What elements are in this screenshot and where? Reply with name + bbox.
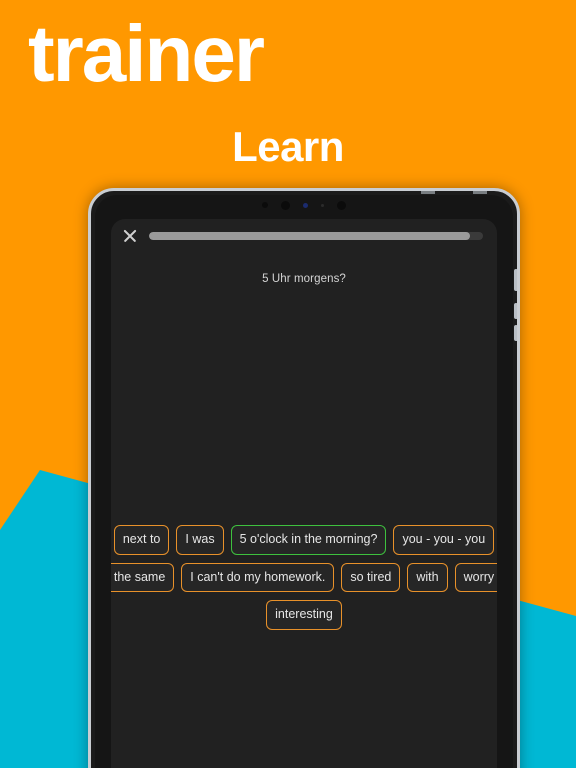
answer-chip[interactable]: interesting (266, 600, 342, 630)
sensor-dot-blue-icon (303, 202, 308, 208)
lesson-progress-fill (149, 232, 470, 240)
answer-chip-row: interesting (119, 600, 489, 630)
volume-up-button[interactable] (514, 303, 517, 319)
antenna-band-left (421, 191, 435, 194)
antenna-band-right (473, 191, 487, 194)
answer-chip[interactable]: so tired (341, 562, 401, 592)
close-icon[interactable] (121, 227, 139, 245)
answer-chip[interactable]: you - you - you (393, 525, 495, 555)
answer-chip[interactable]: next to (113, 525, 170, 555)
page-title: trainer (28, 9, 265, 98)
camera-dot-large-icon (281, 200, 290, 210)
answer-chip[interactable]: the same (111, 562, 175, 592)
answer-chip[interactable]: worry (454, 562, 497, 592)
page-subtitle: Learn (232, 123, 344, 170)
question-text: 5 Uhr morgens? (262, 273, 346, 285)
answer-chip-board: next to I was 5 o'clock in the morning? you… (111, 525, 497, 638)
answer-chip-row: next to I was 5 o'clock in the morning? you… (113, 525, 495, 555)
camera-sensor-cluster (91, 199, 517, 211)
tablet-device: 5 Uhr morgens? next to I was 5 o'clock in … (88, 188, 520, 768)
question-prompt: 5 Uhr morgens? (111, 269, 497, 287)
answer-chip-row: the same I can't do my homework. so tired w… (111, 562, 497, 592)
camera-dot-large-2-icon (337, 200, 346, 210)
sensor-dot-tiny-icon (321, 203, 324, 207)
answer-chip[interactable]: with (407, 562, 448, 592)
answer-chip[interactable]: I can't do my homework. (181, 562, 335, 592)
answer-chip[interactable]: 5 o'clock in the morning? (230, 525, 387, 555)
power-button[interactable] (514, 269, 517, 291)
answer-chip[interactable]: I was (176, 525, 224, 555)
app-topbar (111, 219, 497, 253)
camera-dot-small-icon (262, 202, 268, 208)
volume-down-button[interactable] (514, 325, 517, 341)
app-screen: 5 Uhr morgens? next to I was 5 o'clock in … (111, 219, 497, 768)
lesson-progress-bar (149, 232, 483, 240)
